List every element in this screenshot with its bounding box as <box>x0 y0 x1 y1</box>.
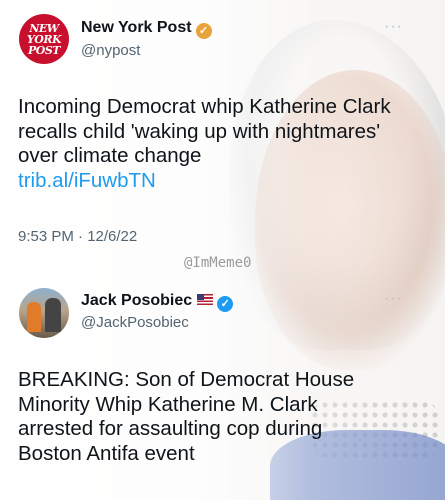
author-handle[interactable]: @nypost <box>81 42 140 59</box>
tweet-link[interactable]: trib.al/iFuwbTN <box>18 169 156 192</box>
verified-badge-icon: ✓ <box>217 296 234 312</box>
tweet-timestamp[interactable]: 9:53 PM · 12/6/22 <box>18 228 137 245</box>
nypost-avatar[interactable]: NEW YORK POST <box>19 14 69 64</box>
verified-badge-icon: ✓ <box>195 23 212 39</box>
more-options-icon[interactable]: ··· <box>384 290 403 308</box>
more-options-icon[interactable]: ··· <box>384 18 403 36</box>
author-name[interactable]: New York Post ✓ <box>81 19 212 39</box>
author-name[interactable]: Jack Posobiec ✓ <box>81 292 234 312</box>
tweet-text: BREAKING: Son of Democrat House Minority… <box>18 368 355 465</box>
us-flag-icon <box>197 294 214 305</box>
jackposobiec-avatar[interactable] <box>19 288 69 338</box>
author-handle[interactable]: @JackPosobiec <box>81 314 189 331</box>
watermark: @ImMeme0 <box>184 255 252 271</box>
tweet-text: Incoming Democrat whip Katherine Clark r… <box>18 95 391 192</box>
